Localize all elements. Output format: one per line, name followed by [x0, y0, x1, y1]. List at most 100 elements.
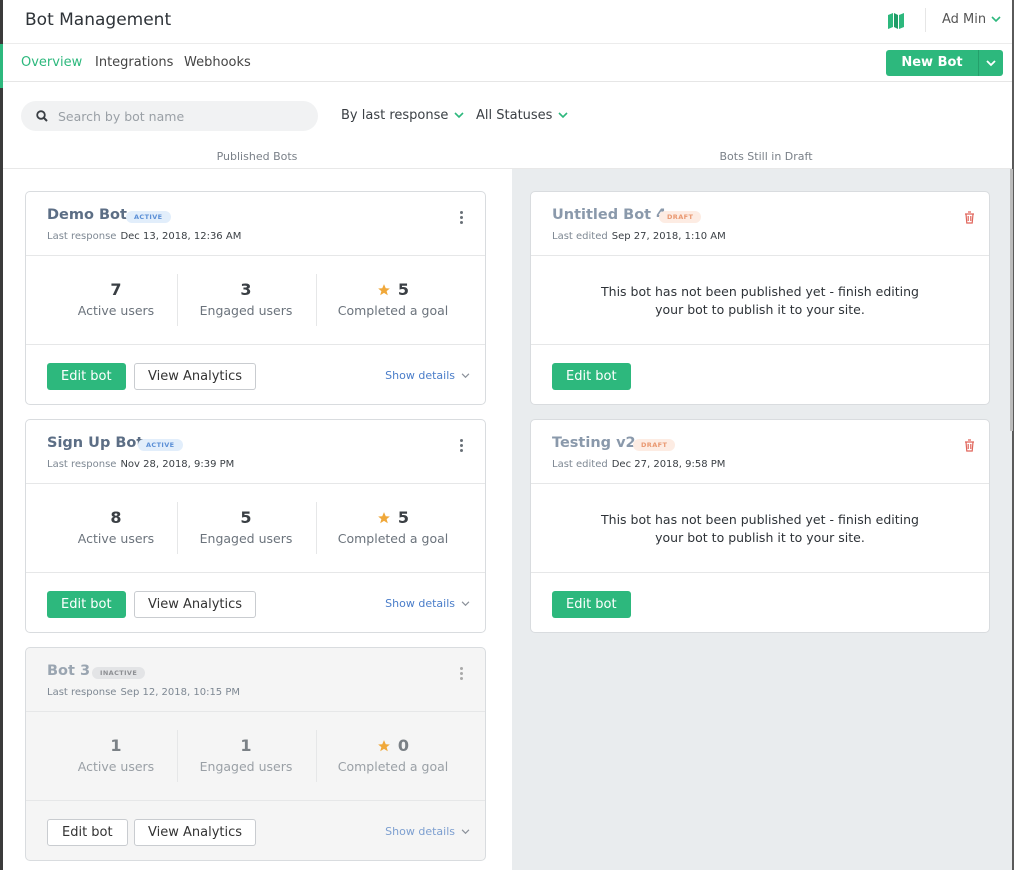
stat-completed-goal: 5 Completed a goal: [323, 256, 463, 345]
stat-value-row: 0: [323, 736, 463, 755]
last-response: Last response Nov 28, 2018, 9:39 PM: [47, 459, 234, 470]
meta-value: Dec 27, 2018, 9:58 PM: [611, 459, 726, 470]
stat-completed-goal: 0 Completed a goal: [323, 712, 463, 801]
stat-label: Completed a goal: [337, 531, 449, 546]
chevron-down-icon: [558, 112, 569, 119]
tab-overview[interactable]: Overview: [21, 55, 82, 70]
tab-webhooks[interactable]: Webhooks: [184, 55, 251, 70]
stat-completed-goal: 5 Completed a goal: [323, 484, 463, 573]
user-name: Ad Min: [942, 12, 987, 27]
status-badge: DRAFT: [633, 439, 676, 451]
status-badge: ACTIVE: [126, 211, 171, 223]
bot-name[interactable]: Testing v2: [552, 435, 636, 451]
stat-label: Active users: [77, 531, 155, 546]
stat-label: Engaged users: [199, 303, 293, 318]
card-header: Sign Up Bot ACTIVE Last response Nov 28, …: [26, 420, 485, 484]
more-options-icon[interactable]: [460, 211, 464, 226]
meta-label: Last edited: [552, 231, 608, 242]
status-dropdown[interactable]: All Statuses: [476, 108, 569, 123]
draft-bots-heading: Bots Still in Draft: [719, 150, 813, 163]
meta-value: Sep 27, 2018, 1:10 AM: [611, 231, 726, 242]
edit-bot-button[interactable]: Edit bot: [47, 363, 126, 390]
sort-dropdown[interactable]: By last response: [341, 108, 464, 123]
chevron-down-icon: [986, 59, 996, 66]
view-analytics-button[interactable]: View Analytics: [134, 819, 257, 846]
bot-card-demo-bot: Demo Bot ACTIVE Last response Dec 13, 201…: [25, 191, 486, 405]
bot-name[interactable]: Sign Up Bot: [47, 435, 143, 451]
show-details-label: Show details: [385, 597, 455, 610]
tab-integrations[interactable]: Integrations: [95, 55, 173, 70]
status-badge: DRAFT: [659, 211, 702, 223]
stat-active-users: 7 Active users: [46, 256, 186, 345]
star-icon: [378, 511, 390, 523]
more-options-icon[interactable]: [460, 439, 464, 454]
card-header: Demo Bot ACTIVE Last response Dec 13, 201…: [26, 192, 485, 256]
bot-name[interactable]: Demo Bot: [47, 207, 127, 223]
bot-card-sign-up-bot: Sign Up Bot ACTIVE Last response Nov 28, …: [25, 419, 486, 633]
edit-bot-button[interactable]: Edit bot: [552, 363, 631, 390]
stat-value: 5: [240, 508, 252, 527]
card-header: Untitled Bot 4 DRAFT Last edited Sep 27, …: [531, 192, 989, 256]
draft-message: This bot has not been published yet - fi…: [531, 484, 989, 573]
card-footer: Edit bot View Analytics Show details: [26, 801, 485, 861]
stat-label: Active users: [77, 303, 155, 318]
status-badge: INACTIVE: [92, 667, 146, 679]
edit-bot-button[interactable]: Edit bot: [47, 819, 128, 846]
edit-bot-button[interactable]: Edit bot: [47, 591, 126, 618]
search-box: [21, 101, 318, 131]
trash-icon[interactable]: [964, 209, 975, 228]
draft-card-untitled-bot-4: Untitled Bot 4 DRAFT Last edited Sep 27, …: [530, 191, 990, 405]
stats-row: 8 Active users 5 Engaged users 5 Completed …: [26, 484, 485, 573]
sub-navigation: Overview Integrations Webhooks New Bot: [3, 44, 1012, 82]
stat-label: Engaged users: [199, 759, 293, 774]
card-footer: Edit bot View Analytics Show details: [26, 345, 485, 405]
meta-value: Nov 28, 2018, 9:39 PM: [120, 459, 235, 470]
view-analytics-button[interactable]: View Analytics: [134, 363, 257, 390]
chevron-down-icon: [461, 828, 470, 834]
stat-value: 5: [397, 508, 410, 527]
chevron-down-icon: [991, 16, 1001, 23]
stat-value: 5: [397, 280, 410, 299]
scrollbar-thumb[interactable]: [1010, 169, 1013, 431]
search-input[interactable]: [58, 108, 298, 124]
new-bot-menu-toggle[interactable]: [978, 50, 1003, 76]
stat-active-users: 8 Active users: [46, 484, 186, 573]
last-edited: Last edited Dec 27, 2018, 9:58 PM: [552, 459, 725, 470]
show-details-label: Show details: [385, 825, 455, 838]
map-icon[interactable]: [887, 13, 905, 33]
status-dropdown-label: All Statuses: [476, 108, 553, 123]
show-details-link[interactable]: Show details: [385, 597, 470, 610]
bot-name[interactable]: Bot 3: [47, 663, 90, 679]
more-options-icon[interactable]: [460, 667, 464, 682]
top-bar: Bot Management Ad Min: [3, 0, 1012, 44]
view-analytics-button[interactable]: View Analytics: [134, 591, 257, 618]
edit-bot-button[interactable]: Edit bot: [552, 591, 631, 618]
star-icon: [378, 739, 390, 751]
stat-value: 1: [110, 736, 122, 755]
draft-card-testing-v2: Testing v2 DRAFT Last edited Dec 27, 2018…: [530, 419, 990, 633]
stat-label: Completed a goal: [337, 759, 449, 774]
new-bot-split-button: New Bot: [886, 50, 1003, 76]
last-edited: Last edited Sep 27, 2018, 1:10 AM: [552, 231, 726, 242]
stat-value: 7: [110, 280, 122, 299]
stat-value: 0: [397, 736, 410, 755]
stat-value-row: 5: [323, 280, 463, 299]
card-footer: Edit bot: [531, 573, 989, 633]
show-details-link[interactable]: Show details: [385, 369, 470, 382]
chevron-down-icon: [454, 112, 464, 119]
stat-divider: [316, 502, 317, 554]
card-header: Bot 3 INACTIVE Last response Sep 12, 2018…: [26, 648, 485, 712]
stat-engaged-users: 3 Engaged users: [176, 256, 316, 345]
header-divider: [925, 8, 926, 32]
bot-name[interactable]: Untitled Bot 4: [552, 207, 666, 223]
user-menu[interactable]: Ad Min: [925, 8, 1001, 32]
meta-label: Last response: [47, 459, 117, 470]
meta-value: Dec 13, 2018, 12:36 AM: [120, 231, 242, 242]
new-bot-button[interactable]: New Bot: [886, 50, 978, 76]
show-details-link[interactable]: Show details: [385, 825, 470, 838]
star-icon: [378, 283, 390, 295]
meta-label: Last response: [47, 687, 117, 698]
stat-label: Active users: [77, 759, 155, 774]
stat-value: 3: [240, 280, 252, 299]
trash-icon[interactable]: [964, 437, 975, 456]
